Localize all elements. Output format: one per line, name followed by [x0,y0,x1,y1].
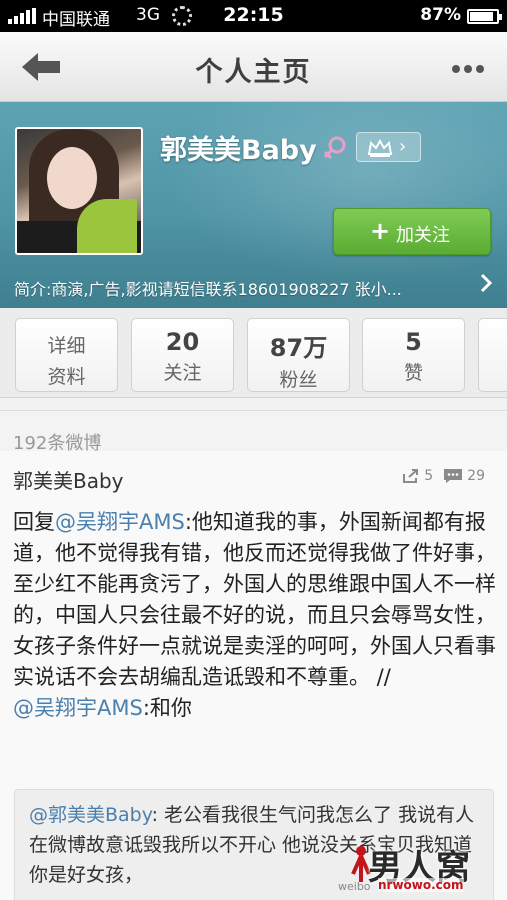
likes-stat[interactable]: 5 赞 [362,318,465,392]
comment-count: 29 [467,468,485,484]
weibo-count-bar: 192条微博 [0,411,507,454]
navigation-bar: 个人主页 [0,32,507,102]
chevron-right-icon[interactable] [479,272,493,294]
comment-icon[interactable] [443,468,463,484]
post-body-text: :他知道我的事，外国新闻都有报道，他不觉得我有错，他反而还觉得我做了件好事，至少… [13,510,496,689]
post-body: 回复@吴翔宇AMS:他知道我的事，外国新闻都有报道，他不觉得我有错，他反而还觉得… [13,507,498,724]
watermark-url: nrwowo.com [378,878,464,892]
watermark: 男人窝 weibo nrwowo.com [338,840,498,900]
avatar[interactable] [15,127,143,255]
mention-link[interactable]: @吴翔宇AMS [55,510,185,534]
detail-info-button[interactable]: 详细 资料 [15,318,118,392]
weibo-feed: 192条微博 郭美美Baby 5 29 回复@吴翔宇AMS:他知道我的事，外国新… [0,410,507,900]
plus-icon: + [370,217,391,245]
likes-label: 赞 [403,362,423,384]
mention-link[interactable]: @郭美美Baby [29,804,152,826]
status-bar: 中国联通 3G 22:15 87% [0,0,507,32]
post-meta: 5 29 [402,468,485,484]
crown-icon [367,138,393,157]
female-icon [323,136,346,160]
following-stat[interactable]: 20 关注 [131,318,234,392]
more-button[interactable] [451,58,485,74]
detail-label-line1: 详细 [47,335,86,357]
followers-label: 粉丝 [279,369,318,391]
profile-bio[interactable]: 简介:商演,广告,影视请短信联系18601908227 张小... [14,276,459,300]
post-tail-text: :和你 [142,696,192,720]
following-count: 20 [165,328,200,356]
weibo-count: 192条微博 [13,433,102,454]
repost-count: 5 [424,468,434,484]
follow-button[interactable]: + 加关注 [333,208,491,255]
next-stat-partial[interactable] [478,318,507,392]
watermark-weibo: weibo [338,880,371,893]
following-label: 关注 [163,362,202,384]
profile-name: 郭美美Baby [160,135,317,166]
followers-count: 87万 [269,334,328,362]
likes-count: 5 [405,328,422,356]
battery-fill [470,12,493,21]
battery-icon [467,9,502,24]
mention-link[interactable]: @吴翔宇AMS [13,696,143,720]
chevron-right-icon: › [399,136,407,157]
page-title: 个人主页 [195,57,312,88]
post-author[interactable]: 郭美美Baby [13,465,124,494]
detail-label-line2: 资料 [47,366,86,388]
followers-stat[interactable]: 87万 粉丝 [247,318,350,392]
battery-percent: 87% [420,5,461,25]
vip-badge[interactable]: › [356,132,421,162]
follow-label: 加关注 [396,225,450,246]
repost-icon[interactable] [402,468,420,484]
more-dots-icon [452,65,484,73]
post-prefix: 回复 [13,510,55,534]
stats-bar: 详细 资料 20 关注 87万 粉丝 5 赞 [0,308,507,398]
